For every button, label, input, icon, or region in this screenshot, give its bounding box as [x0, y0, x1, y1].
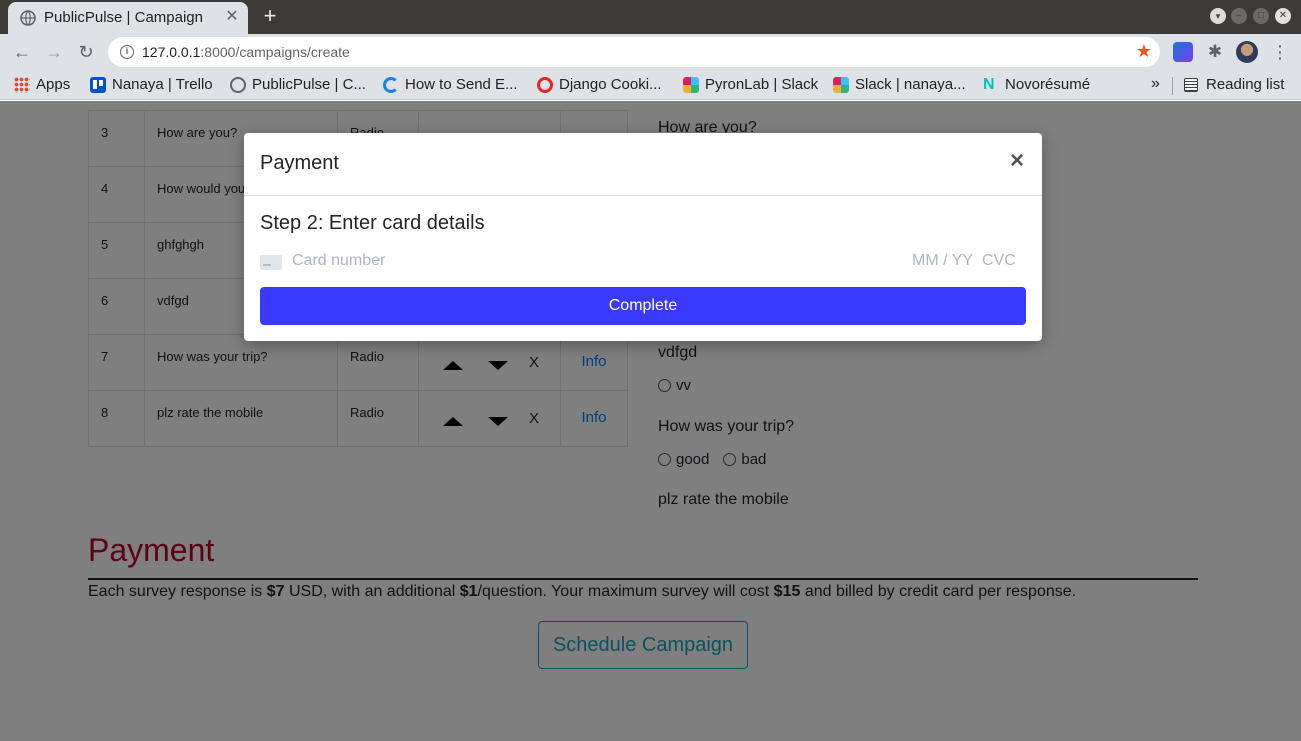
address-bar[interactable]: i 127.0.0.1:8000/campaigns/create ★ — [108, 37, 1160, 67]
maximize-icon[interactable]: □ — [1253, 8, 1269, 24]
close-icon[interactable]: × — [1010, 149, 1024, 173]
django-icon — [537, 76, 553, 93]
bookmark-star-icon[interactable]: ★ — [1136, 41, 1152, 62]
bookmark-label: Slack | nanaya... — [855, 76, 966, 93]
bookmark-trello[interactable]: Nanaya | Trello — [90, 76, 213, 93]
bookmark-sendgrid[interactable]: How to Send E... — [383, 76, 518, 93]
url-text[interactable]: 127.0.0.1:8000/campaigns/create — [142, 44, 350, 60]
complete-button[interactable]: Complete — [260, 287, 1026, 325]
site-info-icon[interactable]: i — [120, 45, 134, 59]
browser-toolbar: ← → ↻ i 127.0.0.1:8000/campaigns/create … — [0, 34, 1301, 70]
minimize-icon[interactable]: – — [1231, 8, 1247, 24]
payment-modal: Payment × Step 2: Enter card details Car… — [244, 133, 1042, 341]
bookmark-django[interactable]: Django Cooki... — [537, 76, 662, 93]
bookmark-publicpulse[interactable]: PublicPulse | C... — [230, 76, 366, 93]
modal-header: Payment × — [244, 133, 1042, 196]
sendgrid-icon — [383, 76, 399, 93]
bookmark-slack-nanaya[interactable]: Slack | nanaya... — [833, 76, 966, 93]
avatar[interactable] — [1236, 41, 1258, 63]
reading-list-icon — [1184, 77, 1198, 92]
globe-icon — [230, 76, 246, 93]
trello-icon — [90, 76, 106, 93]
card-cvc-input[interactable]: CVC — [982, 252, 1016, 270]
novoresume-icon: N — [983, 75, 995, 93]
more-bookmarks-icon[interactable]: » — [1151, 75, 1160, 93]
window-controls: – □ ✕ — [1231, 8, 1291, 24]
new-tab-icon[interactable]: + — [258, 4, 282, 28]
bookmark-label: Apps — [36, 76, 71, 93]
slack-icon — [833, 76, 849, 93]
extension-icon[interactable] — [1173, 42, 1193, 62]
globe-icon — [20, 10, 36, 26]
card-number-input[interactable]: Card number — [292, 252, 385, 270]
bookmark-apps[interactable]: Apps — [14, 76, 70, 93]
url-host: 127.0.0.1 — [142, 44, 201, 60]
modal-title: Payment — [260, 152, 339, 174]
tab-active[interactable]: PublicPulse | Campaign ✕ — [8, 2, 248, 34]
reading-list-label: Reading list — [1206, 76, 1285, 93]
bookmark-label: How to Send E... — [405, 76, 518, 93]
back-icon[interactable]: ← — [10, 40, 34, 64]
tab-title: PublicPulse | Campaign — [44, 9, 203, 26]
bookmark-label: PublicPulse | C... — [252, 76, 366, 93]
card-element[interactable]: Card number MM / YY CVC — [260, 251, 1026, 275]
forward-icon[interactable]: → — [42, 40, 66, 64]
url-path: :8000/campaigns/create — [200, 44, 350, 60]
apps-icon — [14, 76, 30, 93]
bookmarks-divider — [1172, 77, 1173, 95]
tab-strip: PublicPulse | Campaign ✕ + ▾ – □ ✕ — [0, 0, 1301, 34]
slack-icon — [683, 76, 699, 93]
close-window-icon[interactable]: ✕ — [1275, 8, 1291, 24]
bookmark-label: PyronLab | Slack — [705, 76, 819, 93]
bookmark-label: Nanaya | Trello — [112, 76, 213, 93]
bookmarks-bar: Apps Nanaya | Trello PublicPulse | C... … — [0, 70, 1301, 100]
tab-search-icon[interactable]: ▾ — [1210, 8, 1226, 24]
bookmark-novoresume[interactable]: N Novorésumé — [983, 76, 1090, 93]
bookmark-pyronlab-slack[interactable]: PyronLab | Slack — [683, 76, 818, 93]
bookmark-label: Django Cooki... — [559, 76, 662, 93]
bookmark-label: Novorésumé — [1005, 76, 1091, 93]
step-title: Step 2: Enter card details — [260, 212, 485, 234]
puzzle-icon[interactable]: ✱ — [1205, 42, 1225, 62]
more-menu-icon[interactable]: ⋮ — [1270, 42, 1290, 62]
close-tab-icon[interactable]: ✕ — [222, 7, 242, 27]
reading-list-button[interactable]: Reading list — [1184, 76, 1284, 93]
card-expiry-input[interactable]: MM / YY — [912, 252, 973, 270]
reload-icon[interactable]: ↻ — [74, 40, 98, 64]
credit-card-icon — [260, 255, 282, 270]
